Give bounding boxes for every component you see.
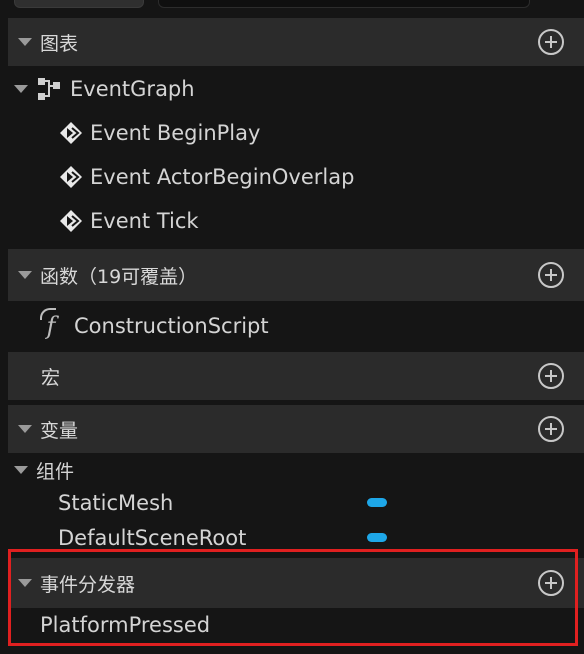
section-dispatchers-header[interactable]: 事件分发器 [8, 558, 584, 608]
event-node-icon [60, 122, 82, 144]
search-field[interactable] [158, 0, 530, 8]
add-variable-plus-icon[interactable] [538, 416, 564, 442]
collapse-triangle-icon[interactable] [18, 425, 32, 433]
components-category[interactable]: 组件 [14, 456, 74, 484]
section-macros-header[interactable]: 宏 [8, 352, 584, 400]
event-row[interactable]: Event ActorBeginOverlap [58, 162, 354, 192]
section-macros-title: 宏 [41, 366, 61, 389]
components-label: 组件 [36, 460, 75, 483]
add-macro-plus-icon[interactable] [538, 363, 564, 389]
function-icon: f [38, 308, 64, 340]
function-label: ConstructionScript [74, 314, 269, 338]
section-variables-title: 变量 [40, 419, 79, 442]
event-label: Event BeginPlay [90, 121, 261, 145]
add-function-plus-icon[interactable] [538, 262, 564, 288]
section-dispatchers-title: 事件分发器 [40, 573, 136, 596]
add-dispatcher-plus-icon[interactable] [538, 570, 564, 596]
tree-item-eventgraph[interactable]: EventGraph [14, 74, 195, 104]
dispatcher-row[interactable]: PlatformPressed [40, 611, 210, 639]
function-row[interactable]: f ConstructionScript [38, 308, 269, 341]
add-graph-plus-icon[interactable] [538, 29, 564, 55]
eventgraph-label: EventGraph [70, 77, 195, 101]
section-graphs-title: 图表 [40, 32, 79, 55]
event-node-icon [60, 166, 82, 188]
event-node-icon [60, 210, 82, 232]
variable-type-pill [367, 498, 387, 507]
top-toolbar [0, 0, 584, 14]
expand-triangle-icon[interactable] [14, 466, 28, 474]
event-label: Event ActorBeginOverlap [90, 165, 355, 189]
toolbar-button[interactable] [14, 0, 144, 8]
variable-row[interactable]: StaticMesh [58, 489, 173, 517]
graph-icon [38, 78, 60, 100]
collapse-triangle-icon[interactable] [18, 271, 32, 279]
collapse-triangle-icon[interactable] [18, 38, 32, 46]
section-functions-title: 函数（19可覆盖） [40, 265, 198, 288]
collapse-triangle-icon[interactable] [18, 579, 32, 587]
variable-label: DefaultSceneRoot [58, 526, 247, 550]
event-label: Event Tick [90, 209, 199, 233]
variable-type-pill [367, 533, 387, 542]
section-functions-header[interactable]: 函数（19可覆盖） [8, 249, 584, 301]
variable-row[interactable]: DefaultSceneRoot [58, 524, 246, 552]
event-row[interactable]: Event BeginPlay [58, 118, 260, 148]
expand-triangle-icon[interactable] [14, 85, 28, 93]
dispatcher-label: PlatformPressed [40, 613, 211, 637]
event-row[interactable]: Event Tick [58, 206, 199, 236]
section-graphs-header[interactable]: 图表 [8, 18, 584, 66]
section-variables-header[interactable]: 变量 [8, 405, 584, 453]
variable-label: StaticMesh [58, 491, 174, 515]
